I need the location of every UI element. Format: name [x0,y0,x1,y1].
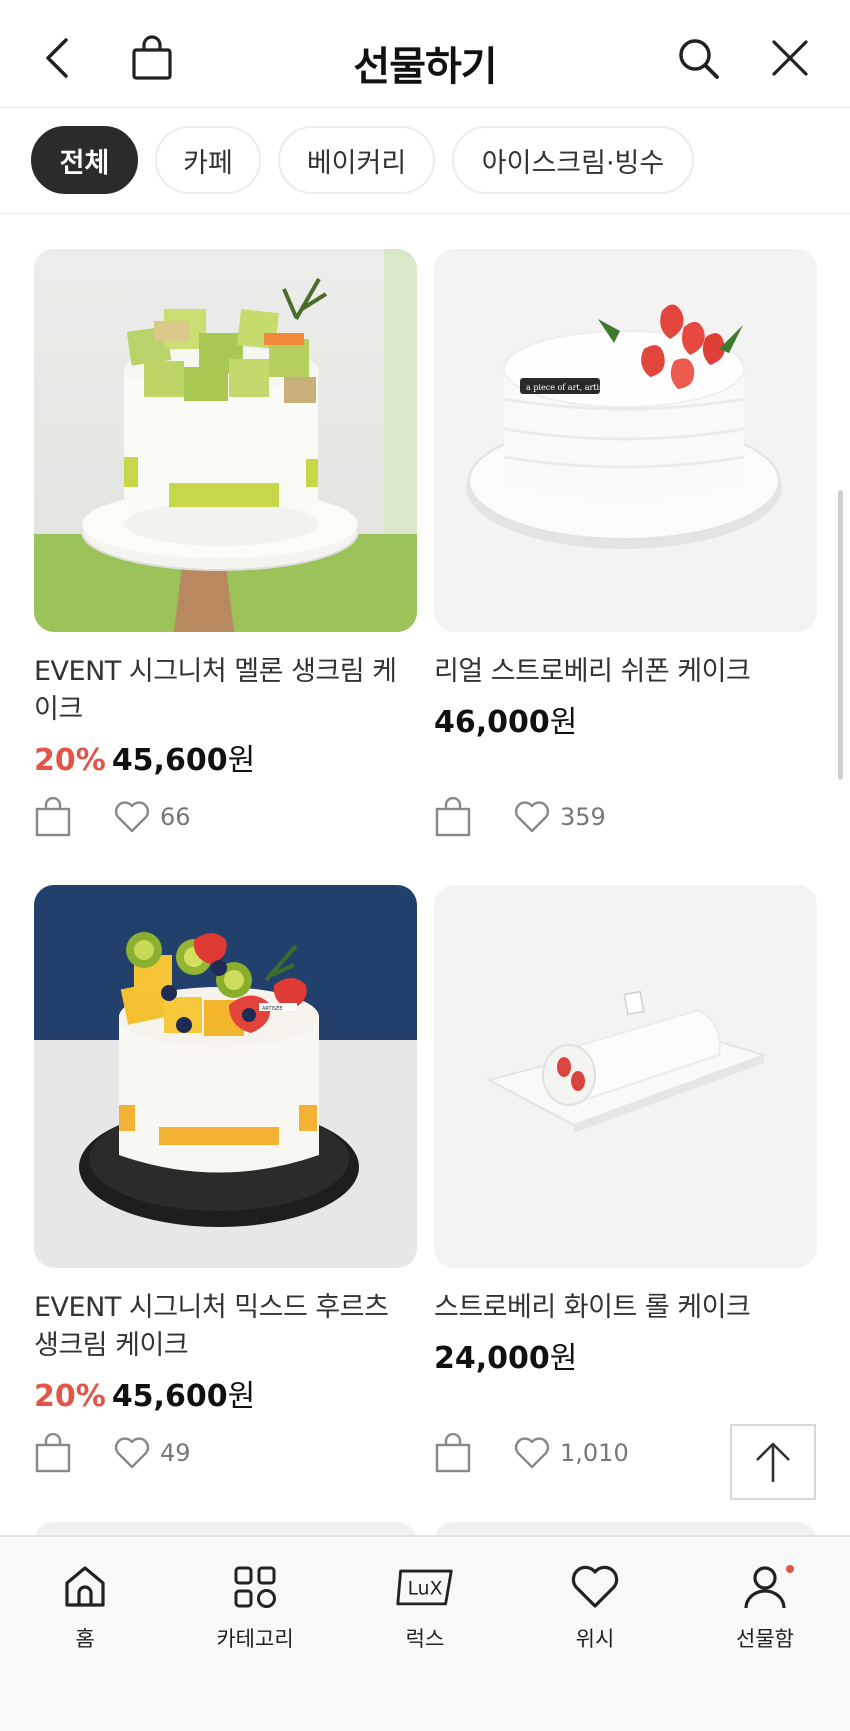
product-price: 24,000원 [434,1333,577,1377]
category-grid-icon [225,1559,285,1615]
nav-label: 홈 [75,1627,95,1651]
filter-chip-cafe[interactable]: 카페 [155,126,261,194]
shopping-bag-icon [435,796,471,837]
arrow-up-icon [756,1442,790,1482]
close-button[interactable] [760,28,820,88]
search-button[interactable] [668,28,728,88]
like-count: 66 [160,803,191,831]
heart-icon [565,1559,625,1615]
heart-icon [514,1437,550,1469]
product-name[interactable]: EVENT 시그니처 멜론 생크림 케이크 [34,653,417,729]
scroll-to-top-button[interactable] [730,1424,816,1500]
add-to-bag-button[interactable] [34,1432,72,1473]
nav-label: 위시 [575,1627,615,1651]
product-name[interactable]: 스트로베리 화이트 롤 케이크 [434,1289,817,1327]
search-icon [679,39,719,79]
like-button[interactable]: 1,010 [514,1433,629,1473]
product-name[interactable]: EVENT 시그니처 믹스드 후르츠 생크림 케이크 [34,1289,417,1365]
nav-label: 카테고리 [216,1627,294,1651]
product-price: 46,000원 [434,697,577,741]
add-to-bag-button[interactable] [434,1432,472,1473]
shopping-bag-icon [35,1432,71,1473]
home-icon [55,1559,115,1615]
price-currency: 원 [549,1341,578,1376]
product-price: 20% 45,600원 [34,735,255,779]
cake-tag-text: ARTISÉE [262,1004,283,1012]
filter-chip-bakery[interactable]: 베이커리 [278,126,435,194]
price-value: 45,600 [111,1379,228,1414]
nav-item-wish[interactable]: 위시 [520,1559,670,1669]
top-header: 선물하기 [0,0,850,108]
like-button[interactable]: 49 [114,1433,191,1473]
notification-dot [786,1565,794,1573]
add-to-bag-button[interactable] [434,796,472,837]
product-actions: 66 [34,796,417,839]
filter-chip-icecream[interactable]: 아이스크림·빙수 [452,126,694,194]
shopping-bag-icon [35,796,71,837]
discount-rate: 20% [34,743,106,778]
discount-rate: 20% [34,1379,106,1414]
lux-icon: LuX [395,1559,455,1615]
filter-chip-all[interactable]: 전체 [31,126,138,194]
nav-label: 럭스 [405,1627,445,1651]
product-image-mixed-fruits-cake[interactable]: ARTISÉE [34,885,417,1268]
nav-item-home[interactable]: 홈 [10,1559,160,1669]
like-count: 1,010 [560,1439,629,1467]
product-image-melon-cake[interactable] [34,249,417,632]
nav-label: 선물함 [736,1627,794,1651]
add-to-bag-button[interactable] [34,796,72,837]
category-filter-bar: 전체 카페 베이커리 아이스크림·빙수 [0,108,850,214]
like-button[interactable]: 66 [114,797,191,837]
cake-tag-text: a piece of art, artisée [526,383,613,392]
shopping-bag-icon [435,1432,471,1473]
close-icon [772,40,808,76]
like-count: 49 [160,1439,191,1467]
price-value: 46,000 [434,705,550,740]
product-actions: 359 [434,796,817,839]
scrollbar[interactable] [838,490,843,780]
heart-icon [114,801,150,833]
price-value: 45,600 [111,743,228,778]
price-currency: 원 [227,1379,256,1414]
price-currency: 원 [549,705,578,740]
bottom-navigation: 홈 카테고리 LuX 럭스 위시 선물함 [0,1535,850,1731]
price-value: 24,000 [434,1341,550,1376]
product-actions: 49 [34,1432,417,1475]
product-price: 20% 45,600원 [34,1371,255,1415]
product-name[interactable]: 리얼 스트로베리 쉬폰 케이크 [434,653,817,691]
lux-icon-text: LuX [408,1579,443,1600]
heart-icon [514,801,550,833]
nav-item-category[interactable]: 카테고리 [180,1559,330,1669]
nav-item-lux[interactable]: LuX 럭스 [350,1559,500,1669]
product-image-strawberry-chiffon-cake[interactable]: a piece of art, artisée [434,249,817,632]
like-count: 359 [560,803,606,831]
heart-icon [114,1437,150,1469]
product-image-strawberry-roll-cake[interactable] [434,885,817,1268]
nav-item-giftbox[interactable]: 선물함 [690,1559,840,1669]
price-currency: 원 [227,743,256,778]
like-button[interactable]: 359 [514,797,606,837]
